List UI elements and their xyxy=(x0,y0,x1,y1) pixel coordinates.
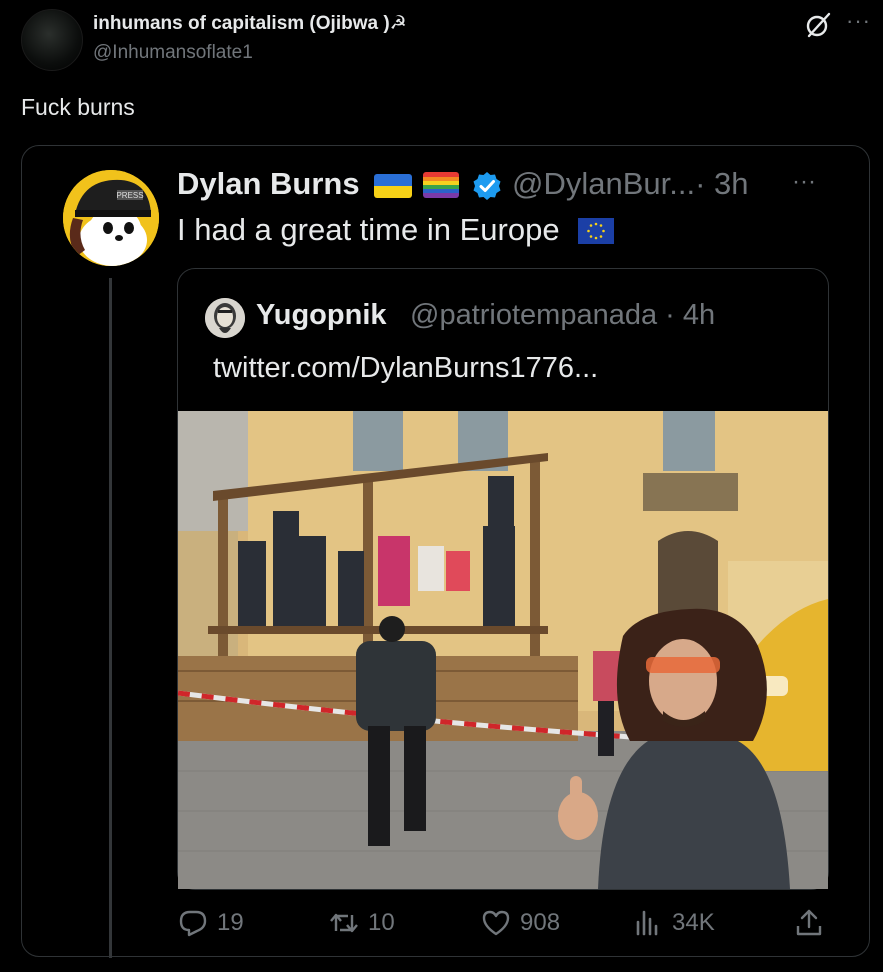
quoted-author-handle[interactable]: @DylanBur...· 3h xyxy=(512,166,749,202)
like-button[interactable]: 908 xyxy=(480,905,560,941)
quoted-more-icon[interactable]: ··· xyxy=(792,168,816,196)
author-name[interactable]: inhumans of capitalism (Ojibwa )☭ xyxy=(93,12,407,35)
rainbow-flag-icon xyxy=(423,172,459,198)
author-avatar[interactable] xyxy=(21,9,83,71)
views-count: 34K xyxy=(672,909,715,936)
like-icon xyxy=(482,910,510,936)
share-button[interactable] xyxy=(793,905,833,941)
post-text: Fuck burns xyxy=(21,94,135,120)
repost-count: 10 xyxy=(368,909,395,936)
author-handle[interactable]: @Inhumansoflate1 xyxy=(93,42,253,64)
share-icon xyxy=(796,909,822,936)
views-icon xyxy=(636,910,658,936)
eu-flag-icon xyxy=(578,218,614,244)
thread-line xyxy=(109,278,112,958)
repost-button[interactable]: 10 xyxy=(328,905,395,941)
inner-link[interactable]: twitter.com/DylanBurns1776... xyxy=(213,352,598,385)
post-photo[interactable] xyxy=(178,411,828,889)
quoted-author-avatar[interactable]: PRESS xyxy=(63,170,159,266)
inner-author-handle[interactable]: @patriotempanada · 4h xyxy=(410,299,715,332)
views-button[interactable]: 34K xyxy=(632,905,715,941)
reply-count: 19 xyxy=(217,909,244,936)
quoted-text: I had a great time in Europe xyxy=(177,212,560,247)
like-count: 908 xyxy=(520,909,561,936)
quoted-author-name[interactable]: Dylan Burns xyxy=(177,166,360,202)
more-icon[interactable]: ··· xyxy=(846,8,871,34)
grok-icon[interactable] xyxy=(804,11,832,39)
reply-icon xyxy=(179,910,207,937)
inner-author-name[interactable]: Yugopnik xyxy=(256,299,387,332)
ukraine-flag-icon xyxy=(374,174,412,198)
verified-icon[interactable] xyxy=(471,170,503,202)
svg-text:PRESS: PRESS xyxy=(116,191,143,200)
quoted-time: · 3h xyxy=(695,166,749,201)
repost-icon xyxy=(330,913,358,933)
reply-button[interactable]: 19 xyxy=(177,905,244,941)
inner-author-avatar[interactable] xyxy=(205,298,245,338)
